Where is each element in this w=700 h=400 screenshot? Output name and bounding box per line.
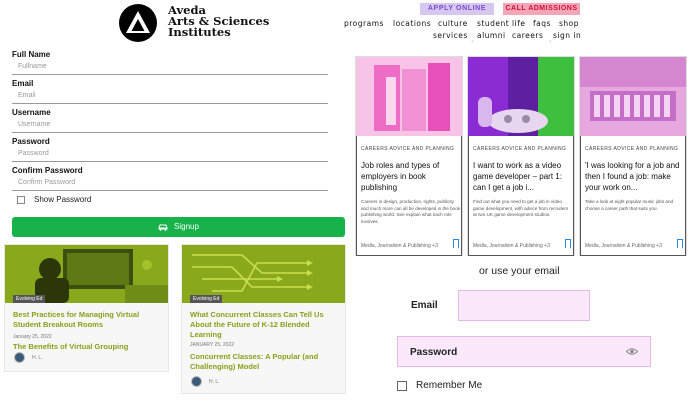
full-name-label: Full Name (12, 50, 51, 59)
confirm-password-label: Confirm Password (12, 166, 83, 175)
logo-line: Institutes (168, 25, 231, 39)
blog-title[interactable]: Best Practices for Managing Virtual Stud… (13, 310, 163, 330)
blog-subtitle[interactable]: Concurrent Classes: A Popular (and Chall… (190, 352, 340, 372)
nav-item-culture[interactable]: culture (438, 19, 468, 28)
career-description: Find out what you need to get a job in v… (473, 199, 569, 217)
category-tag: Evolving Ed (13, 295, 46, 303)
avatar (14, 352, 25, 363)
blog-card[interactable]: Evolving Ed Best Practices for Managing … (4, 244, 169, 372)
remember-me-label: Remember Me (416, 380, 483, 391)
blog-title[interactable]: What Concurrent Classes Can Tell Us Abou… (190, 310, 342, 340)
nav-item-programs[interactable]: programs (344, 19, 384, 28)
aveda-triangle-icon (126, 11, 150, 33)
author-name: H. L. (32, 355, 43, 361)
nav-item-shop[interactable]: shop (559, 19, 579, 28)
apply-online-button[interactable]: APPLY ONLINE (420, 3, 494, 15)
career-description: Take a look at eight popular music jobs … (585, 199, 674, 211)
username-label: Username (12, 108, 51, 117)
nav-item-faqs[interactable]: faqs (533, 19, 551, 28)
nav-item-locations[interactable]: locations (393, 19, 431, 28)
email-label: Email (12, 79, 34, 88)
confirm-password-input[interactable]: Confirm Password (12, 175, 328, 191)
career-card-body: CAREERS ADVICE AND PLANNING Job roles an… (356, 136, 462, 256)
career-category: CAREERS ADVICE AND PLANNING (585, 146, 679, 152)
nav-item-sign-in[interactable]: sign in (553, 31, 581, 40)
eye-icon[interactable] (626, 347, 638, 356)
car-icon (158, 224, 168, 231)
bookmark-icon[interactable] (565, 239, 571, 248)
career-category-footer: Media, Journalism & Publishing +3 (473, 243, 550, 249)
signup-button[interactable]: Signup (12, 217, 345, 237)
career-description: Careers in design, production, rights, p… (361, 199, 461, 224)
nav-item-careers[interactable]: careers (512, 31, 543, 40)
career-card-image (580, 57, 686, 136)
login-email-label: Email (411, 300, 438, 311)
login-password-input[interactable]: Password (397, 336, 651, 367)
career-card-image (356, 57, 462, 136)
career-category: CAREERS ADVICE AND PLANNING (473, 146, 567, 152)
career-category-footer: Media, Journalism & Publishing +3 (361, 243, 438, 249)
logo-wordmark[interactable]: Aveda Arts & Sciences Institutes (168, 4, 269, 39)
signup-password-input[interactable]: Password (12, 146, 328, 162)
author-name: H. L. (209, 379, 220, 385)
nav-separator-dot: · (471, 38, 474, 45)
remember-me-checkbox[interactable] (397, 381, 407, 391)
career-card-body: CAREERS ADVICE AND PLANNING I want to wo… (468, 136, 574, 256)
career-article-card[interactable]: CAREERS ADVICE AND PLANNING Job roles an… (355, 56, 463, 256)
blog-card[interactable]: Evolving Ed What Concurrent Classes Can … (181, 244, 346, 394)
login-password-label: Password (410, 347, 458, 358)
nav-separator-dot: · (549, 38, 552, 45)
career-article-card[interactable]: CAREERS ADVICE AND PLANNING I want to wo… (467, 56, 575, 256)
career-category-footer: Media, Journalism & Publishing +3 (585, 243, 662, 249)
bookmark-icon[interactable] (677, 239, 683, 248)
avatar (191, 376, 202, 387)
bookmark-icon[interactable] (453, 239, 459, 248)
career-article-card[interactable]: CAREERS ADVICE AND PLANNING 'I was looki… (579, 56, 687, 256)
career-card-body: CAREERS ADVICE AND PLANNING 'I was looki… (580, 136, 686, 256)
logo-mark[interactable] (119, 4, 157, 42)
call-admissions-button[interactable]: CALL ADMISSIONS (503, 3, 580, 15)
nav-item-services[interactable]: services (433, 31, 468, 40)
login-email-input[interactable] (458, 290, 590, 321)
career-card-image (468, 57, 574, 136)
blog-date: January 25, 2022 (13, 334, 52, 340)
show-password-label: Show Password (34, 195, 92, 204)
username-input[interactable]: Username (12, 117, 328, 133)
blog-date: JANUARY 25, 2022 (190, 342, 235, 348)
nav-item-alumni[interactable]: alumni (477, 31, 506, 40)
career-category: CAREERS ADVICE AND PLANNING (361, 146, 455, 152)
career-title[interactable]: 'I was looking for a job and then I foun… (585, 160, 685, 193)
signup-email-input[interactable]: Email (12, 88, 328, 104)
or-use-email-text: or use your email (479, 265, 560, 277)
blog-subtitle[interactable]: The Benefits of Virtual Grouping (13, 342, 163, 352)
full-name-input[interactable]: Fullname (12, 59, 328, 75)
signup-button-label: Signup (174, 222, 199, 231)
password-label: Password (12, 137, 50, 146)
career-title[interactable]: Job roles and types of employers in book… (361, 160, 461, 193)
show-password-checkbox[interactable] (17, 196, 25, 204)
nav-item-student-life[interactable]: student life (477, 19, 525, 28)
career-title[interactable]: I want to work as a video game developer… (473, 160, 573, 193)
category-tag: Evolving Ed (190, 295, 223, 303)
